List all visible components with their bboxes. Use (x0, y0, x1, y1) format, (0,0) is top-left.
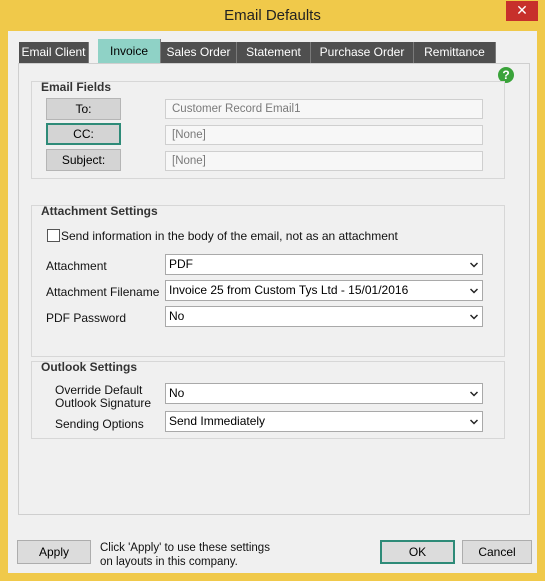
tab-sales-order[interactable]: Sales Order (161, 42, 237, 63)
sending-options-dropdown-value: Send Immediately (169, 414, 266, 428)
attachment-dropdown[interactable]: PDF (165, 254, 483, 275)
tab-email-client[interactable]: Email Client (19, 42, 89, 63)
window-title: Email Defaults (224, 7, 321, 24)
chevron-down-icon (470, 288, 478, 294)
filename-label: Attachment Filename (46, 285, 160, 299)
sending-options-dropdown[interactable]: Send Immediately (165, 411, 483, 432)
chevron-down-icon (470, 391, 478, 397)
override-signature-dropdown[interactable]: No (165, 383, 483, 404)
to-button[interactable]: To: (46, 98, 121, 120)
dialog-body: Email Client Invoice Sales Order Stateme… (8, 31, 537, 573)
cancel-button[interactable]: Cancel (462, 540, 532, 564)
ok-button[interactable]: OK (380, 540, 455, 564)
cc-field: [None] (165, 125, 483, 145)
chevron-down-icon (470, 314, 478, 320)
outlook-settings-group: Outlook Settings Override Default Outloo… (31, 360, 505, 439)
body-email-checkbox-label: Send information in the body of the emai… (61, 229, 398, 243)
outlook-settings-title: Outlook Settings (41, 360, 137, 374)
email-fields-group: Email Fields To: Customer Record Email1 … (31, 80, 505, 179)
pdf-password-label: PDF Password (46, 311, 127, 325)
filename-dropdown[interactable]: Invoice 25 from Custom Tys Ltd - 15/01/2… (165, 280, 483, 301)
subject-button[interactable]: Subject: (46, 149, 121, 171)
attachment-label: Attachment (46, 259, 107, 273)
body-email-checkbox[interactable] (47, 229, 60, 242)
apply-note-line1: Click 'Apply' to use these settings (100, 542, 270, 554)
override-signature-label: Override Default Outlook Signature (55, 384, 151, 410)
pdf-password-dropdown-value: No (169, 309, 185, 323)
email-defaults-window: Email Defaults ✕ Email Client Invoice Sa… (0, 0, 545, 581)
to-field: Customer Record Email1 (165, 99, 483, 119)
filename-dropdown-value: Invoice 25 from Custom Tys Ltd - 15/01/2… (169, 283, 409, 297)
apply-note-line2: on layouts in this company. (100, 556, 238, 568)
apply-button[interactable]: Apply (17, 540, 91, 564)
chevron-down-icon (470, 419, 478, 425)
subject-field: [None] (165, 151, 483, 171)
tab-statement[interactable]: Statement (237, 42, 311, 63)
tab-invoice[interactable]: Invoice (98, 39, 161, 63)
pdf-password-dropdown[interactable]: No (165, 306, 483, 327)
attachment-dropdown-value: PDF (169, 257, 193, 271)
tab-purchase-order[interactable]: Purchase Order (311, 42, 414, 63)
apply-note: Click 'Apply' to use these settings on l… (100, 541, 270, 569)
attachment-settings-group: Attachment Settings Send information in … (31, 204, 505, 357)
cc-button[interactable]: CC: (46, 123, 121, 145)
override-signature-dropdown-value: No (169, 386, 185, 400)
chevron-down-icon (470, 262, 478, 268)
sending-options-label: Sending Options (55, 417, 144, 431)
override-signature-label-line2: Outlook Signature (55, 396, 152, 410)
tab-remittance[interactable]: Remittance (414, 42, 496, 63)
attachment-settings-title: Attachment Settings (41, 204, 158, 218)
email-fields-title: Email Fields (41, 80, 112, 94)
close-button[interactable]: ✕ (506, 1, 538, 21)
